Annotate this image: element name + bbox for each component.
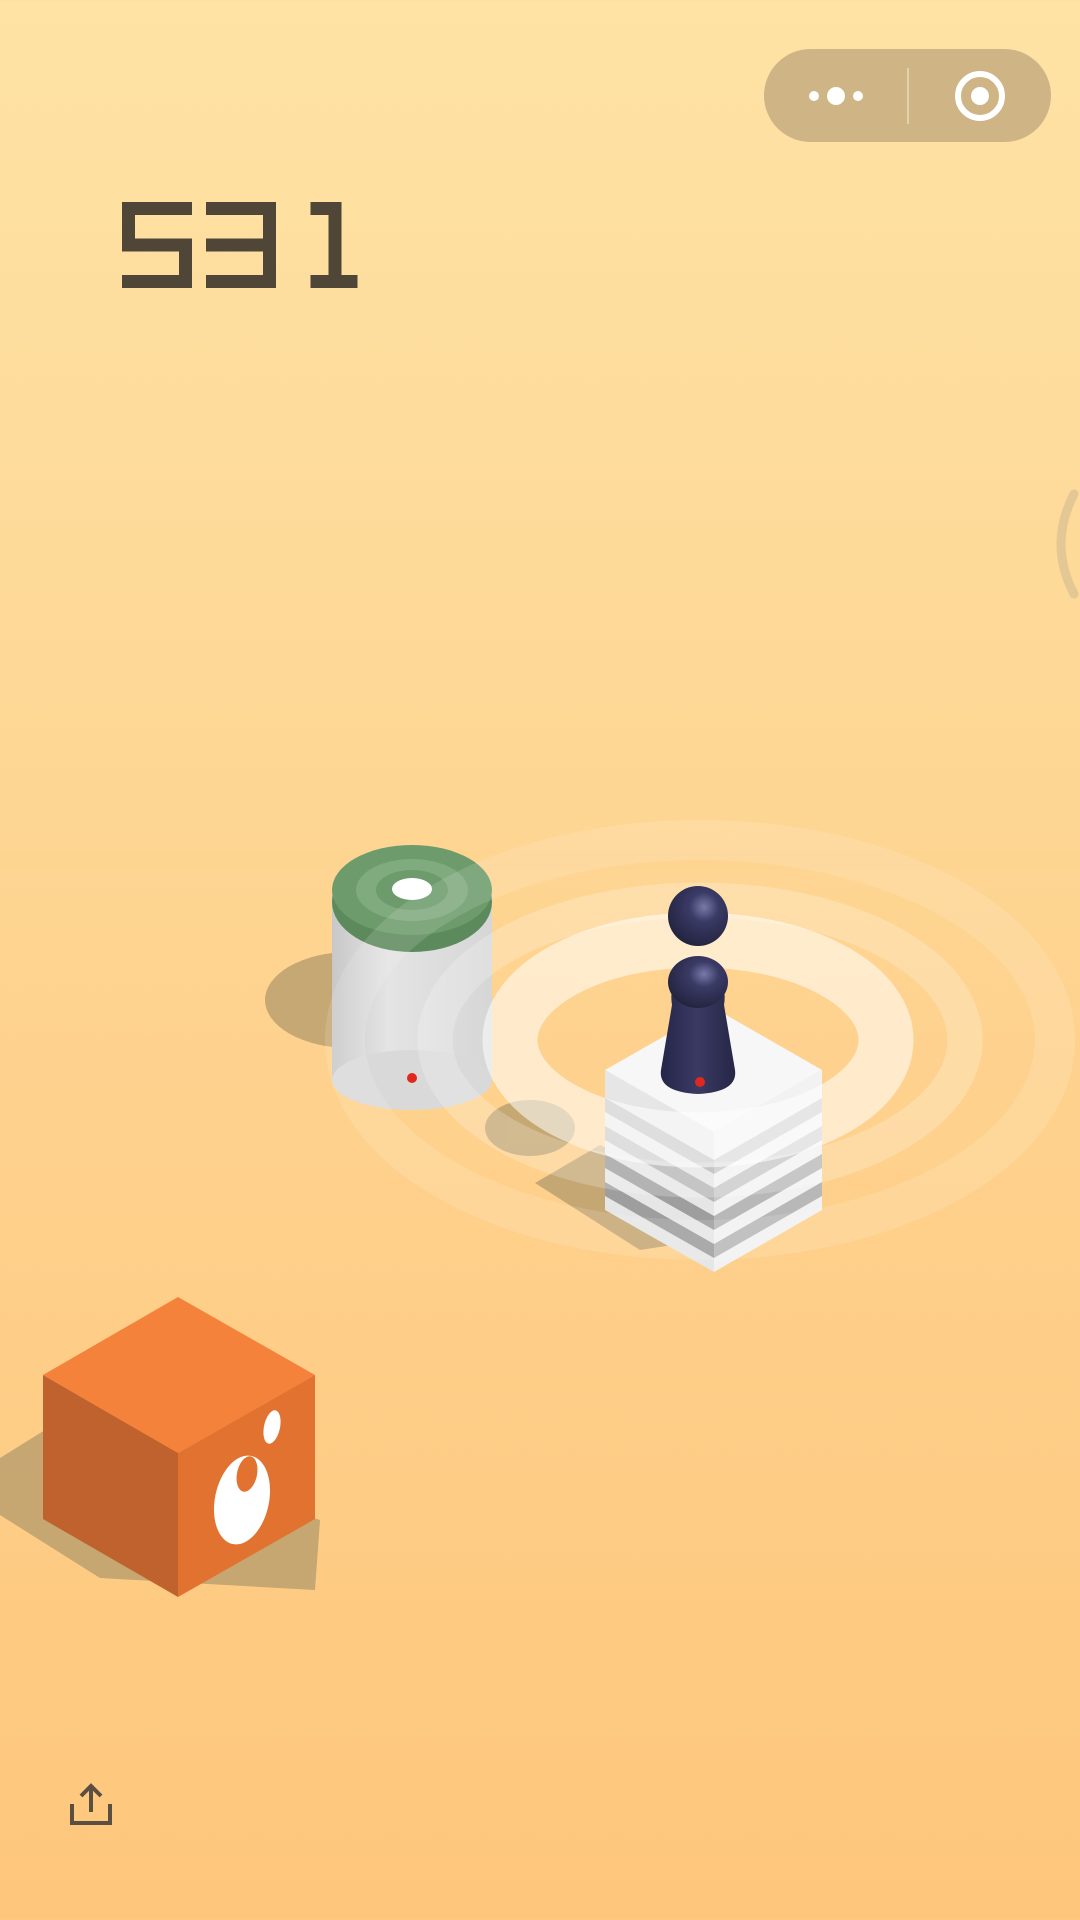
cylinder-marker [407, 1073, 417, 1083]
close-button[interactable] [909, 49, 1051, 142]
score-digits [122, 202, 358, 288]
more-button[interactable] [764, 49, 907, 142]
player-head [668, 886, 728, 946]
menu-capsule [764, 49, 1051, 142]
target-close-icon [955, 70, 1005, 121]
side-drawer-handle[interactable] [1046, 488, 1080, 600]
player-shoulder [668, 956, 728, 1008]
score-display: 531 [118, 195, 378, 295]
score-digit [206, 202, 276, 288]
player-piece [660, 886, 736, 1094]
share-upload-icon [70, 1783, 112, 1825]
side-arc-icon [1056, 489, 1079, 599]
player-marker [695, 1077, 705, 1087]
share-button[interactable] [66, 1780, 116, 1830]
more-dots-icon [808, 86, 863, 105]
score-digit [310, 202, 358, 288]
score-digit [122, 202, 192, 288]
game-stage[interactable]: 531 [0, 0, 1080, 1920]
